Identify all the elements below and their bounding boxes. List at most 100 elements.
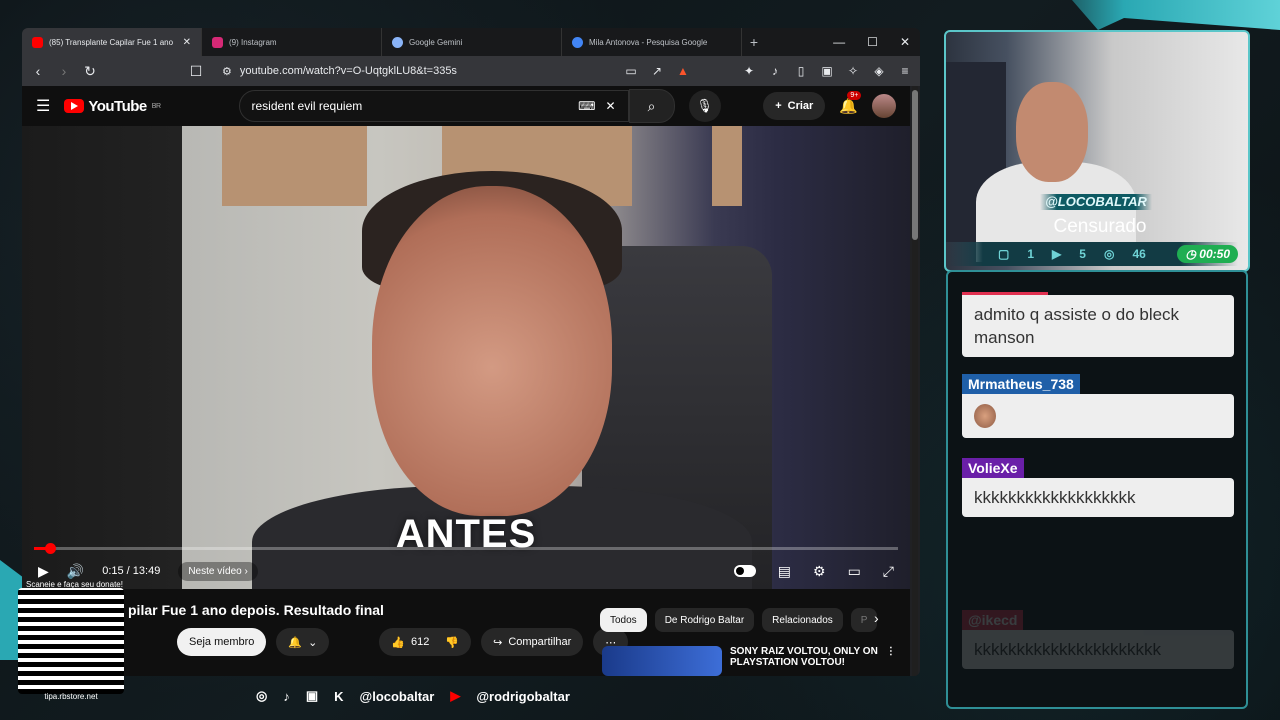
bookmark-icon[interactable]: ☐	[188, 63, 204, 80]
player-controls: ▶ 🔊 0:15 / 13:49 Neste vídeo › ▤ ⚙ ▭ ⤢	[22, 556, 910, 586]
extensions-area: ▭ ↗ ▲ ✦ ♪ ▯ ▣ ✧ ◈ ≡	[624, 64, 912, 78]
donate-url: tipa.rbstore.net	[44, 692, 98, 701]
gemini-icon	[392, 36, 403, 48]
like-button[interactable]: 👍 612 👎	[379, 628, 472, 656]
keyboard-icon[interactable]: ⌨	[578, 99, 595, 113]
ai-icon[interactable]: ✧	[846, 64, 860, 78]
search-button[interactable]: ⌕	[628, 89, 675, 123]
notifications-button[interactable]: 🔔 9+	[839, 91, 862, 115]
minimize-icon[interactable]: —	[833, 35, 845, 49]
recommended-title: SONY RAIZ VOLTOU, ONLY ON	[730, 646, 878, 657]
tab-youtube[interactable]: (85) Transplante Capilar Fue 1 ano ✕	[22, 28, 202, 56]
close-tab-icon[interactable]: ✕	[183, 37, 191, 48]
tab-label: Google Gemini	[409, 37, 463, 47]
chat-message: VolieXe kkkkkkkkkkkkkkkkkkk	[962, 458, 1234, 517]
acoustic-panel	[712, 126, 742, 206]
google-icon	[572, 36, 583, 48]
url-text: youtube.com/watch?v=O-UqtgklLU8&t=335s	[239, 65, 457, 77]
time-display: 0:15 / 13:49	[102, 565, 161, 577]
window-controls: — ☐ ✕	[833, 35, 920, 49]
kick-icon: K	[334, 688, 344, 704]
close-window-icon[interactable]: ✕	[900, 35, 910, 49]
subtitles-icon[interactable]: ▤	[778, 563, 791, 580]
video-title: pilar Fue 1 ano depois. Resultado final	[128, 602, 384, 618]
youtube-page: ☰ YouTube BR resident evil requiem ⌨ ✕ ⌕ …	[22, 86, 910, 676]
chat-overlay: admito q assiste o do bleck manson Mrmat…	[946, 270, 1248, 709]
voice-search-button[interactable]: 🎙	[688, 90, 721, 122]
back-button[interactable]: ‹	[30, 63, 46, 79]
chip-related[interactable]: Relacionados	[762, 608, 843, 632]
bell-icon: 🔔	[288, 636, 303, 649]
tiktok-icon: ♪	[283, 688, 290, 704]
related-chips: Todos De Rodrigo Baltar Relacionados P	[600, 608, 878, 632]
chat-message: admito q assiste o do bleck manson	[962, 292, 1234, 357]
maximize-icon[interactable]: ☐	[867, 35, 878, 49]
chat-message: Mrmatheus_738	[962, 374, 1234, 438]
stream-status: Censurado	[1053, 216, 1147, 237]
thumbs-down-icon[interactable]: 👎	[445, 636, 459, 649]
create-button[interactable]: + Criar	[763, 92, 826, 120]
tab-gemini[interactable]: Google Gemini	[382, 28, 562, 56]
tab-instagram[interactable]: (9) Instagram	[202, 28, 382, 56]
chevron-right-icon[interactable]: ›	[874, 610, 879, 626]
twitch-icon: ◎	[1103, 247, 1115, 261]
video-player[interactable]: ANTES ▶ 🔊 0:15 / 13:49 Neste vídeo › ▤ ⚙…	[22, 126, 910, 589]
youtube-header: ☰ YouTube BR resident evil requiem ⌨ ✕ ⌕ …	[22, 86, 910, 126]
clear-search-icon[interactable]: ✕	[605, 99, 615, 113]
youtube-icon: ▶	[450, 688, 461, 703]
brave-shield-icon[interactable]: ▲	[676, 64, 690, 78]
play-icon[interactable]: ▶	[38, 563, 49, 580]
streamer-handle: @LOCOBALTAR	[1040, 194, 1152, 210]
video-actions: Seja membro 🔔 ⌄ 👍 612 👎 ↪ Compartilhar ⋯	[177, 628, 629, 656]
notification-badge: 9+	[847, 91, 862, 100]
scrollbar[interactable]	[912, 86, 918, 676]
mic-icon: 🎙	[696, 98, 713, 113]
sidebar-icon[interactable]: ▯	[794, 64, 808, 78]
subscribe-bell-button[interactable]: 🔔 ⌄	[276, 628, 330, 656]
tab-label: Mila Antonova - Pesquisa Google	[589, 37, 708, 47]
chat-message: @ikecd kkkkkkkkkkkkkkkkkkkkkk	[962, 610, 1234, 669]
scrollbar-thumb[interactable]	[912, 90, 918, 240]
search-input[interactable]: resident evil requiem ⌨ ✕	[238, 90, 629, 122]
progress-bar[interactable]	[34, 543, 898, 554]
forward-button[interactable]: ›	[56, 63, 72, 79]
chip-all[interactable]: Todos	[600, 608, 647, 632]
fullscreen-icon[interactable]: ⤢	[883, 563, 894, 580]
bell-icon: 🔔	[839, 98, 858, 115]
chip-channel[interactable]: De Rodrigo Baltar	[654, 608, 755, 632]
tab-google[interactable]: Mila Antonova - Pesquisa Google	[562, 28, 742, 56]
clock-icon: ◷	[1185, 247, 1196, 261]
join-button[interactable]: Seja membro	[177, 628, 267, 656]
twitch-icon: ▣	[305, 688, 319, 703]
chat-username: @ikecd	[962, 610, 1024, 630]
hamburger-menu-icon[interactable]: ☰	[36, 96, 50, 116]
youtube-icon: ▶	[1052, 247, 1062, 261]
share-button[interactable]: ↪ Compartilhar	[481, 628, 584, 656]
new-tab-button[interactable]: +	[742, 34, 766, 50]
wallet-icon[interactable]: ▣	[820, 64, 834, 78]
browser-window: (85) Transplante Capilar Fue 1 ano ✕ (9)…	[22, 28, 920, 676]
vpn-icon[interactable]: ◈	[872, 64, 886, 78]
autoplay-toggle[interactable]	[733, 565, 756, 577]
address-toolbar: ‹ › ↻ ☐ ⚙ youtube.com/watch?v=O-UqtgklLU…	[22, 56, 920, 86]
reload-button[interactable]: ↻	[82, 63, 98, 80]
music-icon[interactable]: ♪	[768, 64, 782, 78]
puzzle-icon[interactable]: ✦	[742, 64, 756, 78]
volume-icon[interactable]: 🔊	[67, 563, 84, 580]
recommended-thumbnail[interactable]	[602, 646, 722, 676]
donate-qr-code[interactable]	[18, 588, 124, 694]
youtube-play-icon	[64, 99, 85, 113]
recommended-video[interactable]: SONY RAIZ VOLTOU, ONLY ON PLAYSTATION VO…	[602, 646, 896, 676]
cast-icon[interactable]: ▭	[624, 64, 638, 78]
site-info-icon[interactable]: ⚙	[222, 65, 232, 78]
avatar[interactable]	[872, 94, 896, 118]
settings-gear-icon[interactable]: ⚙	[813, 563, 826, 580]
address-bar[interactable]: ⚙ youtube.com/watch?v=O-UqtgklLU8&t=335s	[214, 60, 600, 82]
chapter-button[interactable]: Neste vídeo ›	[178, 561, 258, 581]
youtube-icon	[32, 36, 43, 48]
kebab-menu-icon[interactable]: ⋮	[886, 646, 896, 676]
theater-mode-icon[interactable]: ▭	[848, 563, 861, 580]
youtube-logo[interactable]: YouTube BR	[64, 98, 161, 115]
menu-icon[interactable]: ≡	[898, 64, 912, 78]
share-icon[interactable]: ↗	[650, 64, 664, 78]
